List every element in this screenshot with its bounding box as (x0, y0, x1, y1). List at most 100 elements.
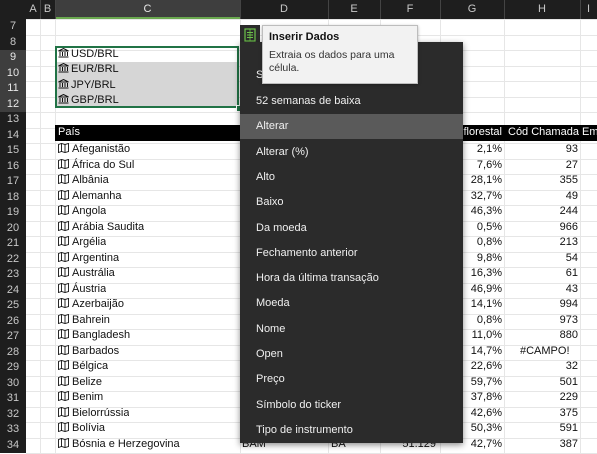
country-cell[interactable]: Argentina (58, 251, 119, 266)
row-header[interactable]: 20 (0, 221, 26, 237)
row-header[interactable]: 22 (0, 252, 26, 268)
row-header[interactable]: 17 (0, 174, 26, 190)
row-header[interactable]: 12 (0, 96, 26, 112)
menu-item[interactable]: 52 semanas de baixa (240, 89, 463, 114)
column-header-c[interactable]: C (55, 0, 240, 19)
country-cell[interactable]: Bósnia e Herzegovina (58, 437, 180, 452)
row-header[interactable]: 14 (0, 128, 26, 144)
map-icon (58, 421, 69, 433)
callcode-cell[interactable]: 994 (506, 297, 578, 312)
currency-cell[interactable]: JPY/BRL (58, 78, 116, 93)
callcode-cell[interactable]: 43 (506, 282, 578, 297)
country-cell[interactable]: Barbados (58, 344, 119, 359)
menu-item[interactable]: Preço (240, 367, 463, 392)
country-cell[interactable]: Angola (58, 204, 106, 219)
country-cell[interactable]: Albânia (58, 173, 109, 188)
callcode-cell[interactable]: 49 (506, 189, 578, 204)
currency-cell[interactable]: EUR/BRL (58, 62, 119, 77)
callcode-cell[interactable]: 880 (506, 328, 578, 343)
callcode-cell[interactable]: 966 (506, 220, 578, 235)
menu-item[interactable]: Nome (240, 317, 463, 342)
menu-item[interactable]: Fechamento anterior (240, 241, 463, 266)
column-header-a[interactable]: A (26, 0, 40, 19)
column-header-e[interactable]: E (328, 0, 380, 19)
column-header-h[interactable]: H (504, 0, 580, 19)
callcode-cell[interactable]: 213 (506, 235, 578, 250)
callcode-cell[interactable]: 973 (506, 313, 578, 328)
row-header[interactable]: 21 (0, 236, 26, 252)
callcode-cell[interactable]: #CAMPO! (506, 344, 578, 359)
header-callcode[interactable]: Cód Chamada (508, 125, 579, 141)
country-cell[interactable]: Afeganistão (58, 142, 130, 157)
menu-item[interactable]: Tipo de instrumento (240, 418, 463, 443)
menu-item[interactable]: Alto (240, 165, 463, 190)
row-header[interactable]: 10 (0, 65, 26, 81)
row-header[interactable]: 26 (0, 314, 26, 330)
header-country[interactable]: País (58, 125, 80, 141)
callcode-cell[interactable]: 387 (506, 437, 578, 452)
row-header[interactable]: 13 (0, 112, 26, 128)
callcode-cell[interactable]: 229 (506, 390, 578, 405)
row-header[interactable]: 11 (0, 81, 26, 97)
currency-cell[interactable]: USD/BRL (58, 47, 119, 62)
row-header[interactable]: 7 (0, 19, 26, 35)
country-cell[interactable]: Alemanha (58, 189, 122, 204)
menu-item[interactable]: Alterar (%) (240, 140, 463, 165)
row-header[interactable]: 30 (0, 376, 26, 392)
select-all-corner[interactable] (0, 0, 26, 19)
row-header[interactable]: 15 (0, 143, 26, 159)
row-header[interactable]: 25 (0, 298, 26, 314)
column-header-i[interactable]: I (580, 0, 597, 19)
row-header[interactable]: 9 (0, 50, 26, 66)
country-cell[interactable]: Benim (58, 390, 103, 405)
country-cell[interactable]: Azerbaijão (58, 297, 124, 312)
row-header[interactable]: 8 (0, 35, 26, 51)
row-header[interactable]: 16 (0, 159, 26, 175)
menu-item[interactable]: Alterar (240, 114, 463, 140)
row-header[interactable]: 29 (0, 360, 26, 376)
callcode-cell[interactable]: 32 (506, 359, 578, 374)
row-header[interactable]: 19 (0, 205, 26, 221)
column-header-d[interactable]: D (240, 0, 328, 19)
menu-item[interactable]: Símbolo do ticker (240, 393, 463, 418)
header-col-i[interactable]: Em (582, 125, 597, 141)
callcode-cell[interactable]: 375 (506, 406, 578, 421)
row-header[interactable]: 33 (0, 422, 26, 438)
callcode-cell[interactable]: 355 (506, 173, 578, 188)
country-cell[interactable]: África do Sul (58, 158, 134, 173)
country-cell[interactable]: Arábia Saudita (58, 220, 144, 235)
country-cell[interactable]: Austrália (58, 266, 115, 281)
currency-cell[interactable]: GBP/BRL (58, 93, 119, 108)
country-cell[interactable]: Bielorrússia (58, 406, 129, 421)
country-cell[interactable]: Belize (58, 375, 102, 390)
row-header[interactable]: 32 (0, 407, 26, 423)
callcode-cell[interactable]: 54 (506, 251, 578, 266)
callcode-cell[interactable]: 244 (506, 204, 578, 219)
menu-item[interactable]: Baixo (240, 190, 463, 215)
row-header[interactable]: 31 (0, 391, 26, 407)
row-header[interactable]: 18 (0, 190, 26, 206)
row-header[interactable]: 34 (0, 438, 26, 454)
column-header-f[interactable]: F (380, 0, 440, 19)
menu-item[interactable]: Open (240, 342, 463, 367)
row-header[interactable]: 27 (0, 329, 26, 345)
country-cell[interactable]: Bangladesh (58, 328, 130, 343)
row-header[interactable]: 24 (0, 283, 26, 299)
callcode-cell[interactable]: 591 (506, 421, 578, 436)
country-cell[interactable]: Bolívia (58, 421, 105, 436)
menu-item[interactable]: Da moeda (240, 216, 463, 241)
row-header[interactable]: 23 (0, 267, 26, 283)
column-header-b[interactable]: B (40, 0, 55, 19)
row-header[interactable]: 28 (0, 345, 26, 361)
menu-item[interactable]: Moeda (240, 291, 463, 316)
callcode-cell[interactable]: 93 (506, 142, 578, 157)
country-cell[interactable]: Bélgica (58, 359, 108, 374)
country-cell[interactable]: Bahrein (58, 313, 110, 328)
column-header-g[interactable]: G (440, 0, 504, 19)
menu-item[interactable]: Hora da última transação (240, 266, 463, 291)
callcode-cell[interactable]: 61 (506, 266, 578, 281)
callcode-cell[interactable]: 27 (506, 158, 578, 173)
callcode-cell[interactable]: 501 (506, 375, 578, 390)
country-cell[interactable]: Áustria (58, 282, 106, 297)
country-cell[interactable]: Argélia (58, 235, 106, 250)
